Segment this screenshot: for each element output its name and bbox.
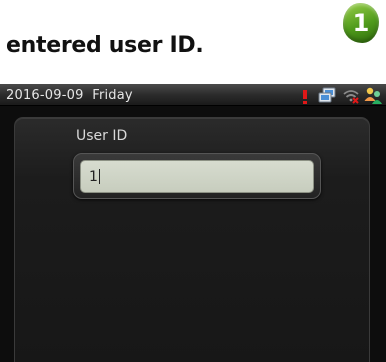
user-id-input[interactable]: 1 — [80, 160, 314, 193]
text-caret — [98, 169, 100, 184]
status-date: 2016-09-09 Friday — [6, 88, 133, 103]
status-bar: 2016-09-09 Friday — [0, 84, 386, 106]
step-number-badge: 1 — [343, 3, 379, 43]
device-screen: 2016-09-09 Friday — [0, 84, 386, 362]
wifi-off-icon — [343, 90, 359, 104]
network-icon — [318, 87, 336, 103]
users-icon — [364, 87, 382, 104]
user-id-label: User ID — [76, 128, 128, 144]
alert-icon — [303, 90, 307, 104]
user-id-value: 1 — [89, 169, 98, 185]
instruction-caption: entered user ID. — [6, 33, 204, 58]
